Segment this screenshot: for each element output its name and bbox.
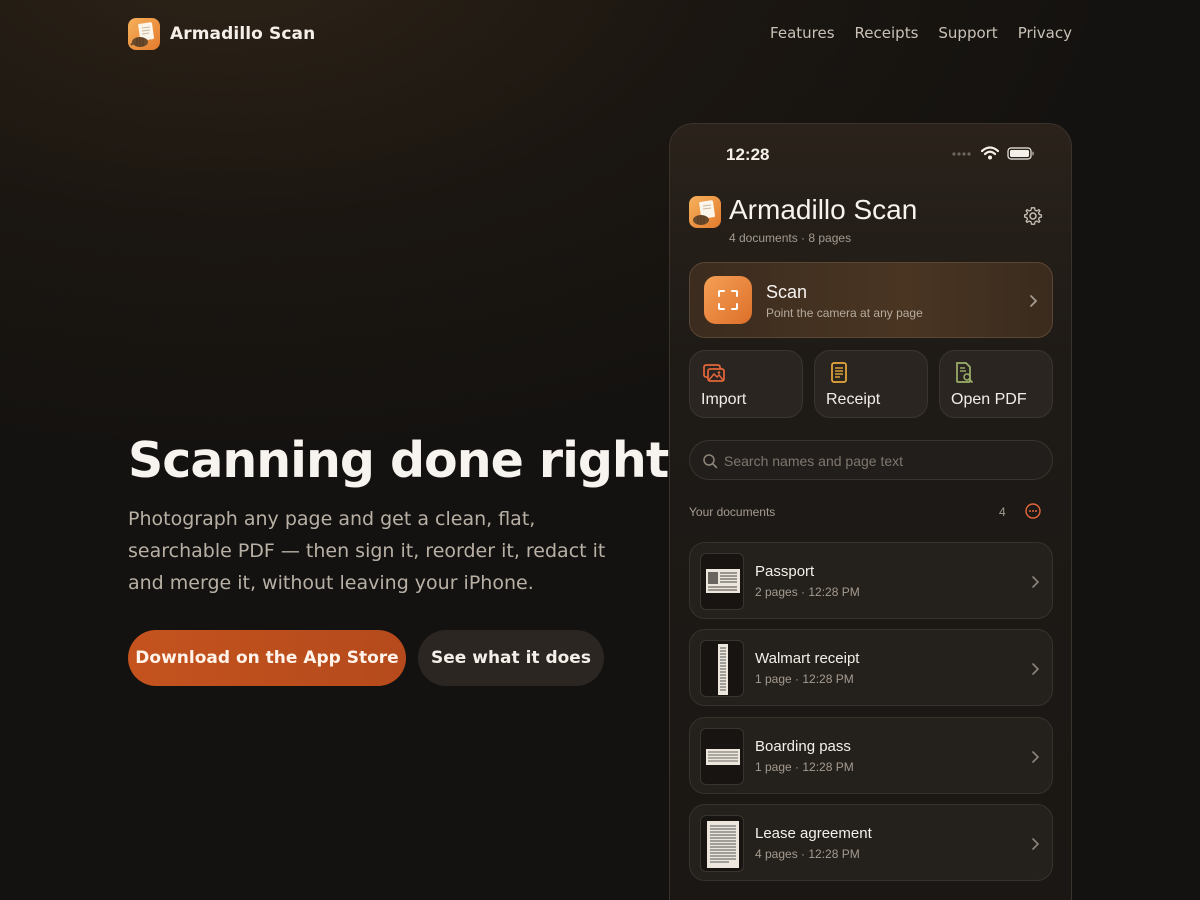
- open-pdf-label: Open PDF: [951, 391, 1027, 408]
- receipt-label: Receipt: [826, 391, 881, 408]
- search-icon: [703, 454, 718, 469]
- search-placeholder: Search names and page text: [724, 453, 904, 469]
- status-time: 12:28: [726, 145, 770, 164]
- documents-count: 4: [999, 505, 1006, 519]
- phone-app-title: Armadillo Scan: [729, 194, 918, 225]
- see-features-button[interactable]: See what it does: [418, 630, 604, 686]
- import-button[interactable]: Import: [689, 350, 803, 418]
- app-logo-icon: [128, 18, 160, 50]
- scan-camera-button[interactable]: [704, 276, 752, 324]
- documents-header: Your documents: [689, 505, 776, 519]
- scan-subtitle: Point the camera at any page: [766, 306, 923, 320]
- signal-icon: [952, 152, 971, 156]
- lease-thumbnail: [700, 815, 744, 872]
- nav-support[interactable]: Support: [938, 24, 997, 42]
- phone-mockup: 12:28 Armadillo Scan 4 documents · 8 pag…: [669, 123, 1072, 900]
- open-pdf-button[interactable]: Open PDF: [939, 350, 1053, 418]
- chevron-right-icon: [1032, 751, 1040, 763]
- receipt-thumbnail: [700, 640, 744, 697]
- open-pdf-icon: [956, 362, 973, 383]
- top-nav: Features Receipts Support Privacy: [770, 24, 1072, 42]
- document-meta: 2 pages · 12:28 PM: [755, 585, 860, 599]
- scan-card[interactable]: Scan Point the camera at any page: [689, 262, 1053, 338]
- chevron-right-icon: [1032, 663, 1040, 675]
- brand-name: Armadillo Scan: [170, 24, 316, 44]
- scan-title: Scan: [766, 282, 808, 302]
- boarding-pass-thumbnail: [700, 728, 744, 785]
- nav-privacy[interactable]: Privacy: [1018, 24, 1072, 42]
- app-store-download-button[interactable]: Download on the App Store: [128, 630, 406, 686]
- chevron-right-icon: [1032, 576, 1040, 588]
- document-name: Lease agreement: [755, 825, 872, 842]
- document-row-boarding-pass[interactable]: Boarding pass 1 page · 12:28 PM: [689, 717, 1053, 794]
- document-name: Boarding pass: [755, 738, 851, 755]
- chevron-right-icon: [1032, 838, 1040, 850]
- document-meta: 4 pages · 12:28 PM: [755, 847, 860, 861]
- settings-gear-icon[interactable]: [1023, 206, 1043, 226]
- document-name: Walmart receipt: [755, 650, 860, 667]
- document-row-lease-agreement[interactable]: Lease agreement 4 pages · 12:28 PM: [689, 804, 1053, 881]
- nav-features[interactable]: Features: [770, 24, 835, 42]
- import-label: Import: [701, 391, 747, 408]
- search-input[interactable]: Search names and page text: [689, 440, 1053, 480]
- more-options-icon[interactable]: [1025, 503, 1041, 519]
- receipt-icon: [831, 362, 847, 383]
- viewfinder-icon: [718, 290, 738, 310]
- documents-summary: 4 documents · 8 pages: [729, 231, 852, 245]
- document-row-passport[interactable]: Passport 2 pages · 12:28 PM: [689, 542, 1053, 619]
- nav-receipts[interactable]: Receipts: [855, 24, 919, 42]
- phone-app-icon: [689, 196, 721, 228]
- battery-icon: [1007, 146, 1034, 160]
- passport-thumbnail: [700, 553, 744, 610]
- document-row-walmart-receipt[interactable]: Walmart receipt 1 page · 12:28 PM: [689, 629, 1053, 706]
- hero-subtitle: Photograph any page and get a clean, fla…: [128, 508, 606, 594]
- document-meta: 1 page · 12:28 PM: [755, 672, 854, 686]
- receipt-button[interactable]: Receipt: [814, 350, 928, 418]
- document-meta: 1 page · 12:28 PM: [755, 760, 854, 774]
- brand[interactable]: Armadillo Scan: [128, 18, 315, 50]
- hero-title: Scanning done right.: [128, 432, 687, 489]
- wifi-icon: [981, 146, 999, 160]
- import-photos-icon: [703, 364, 725, 382]
- chevron-right-icon: [1030, 295, 1038, 307]
- document-name: Passport: [755, 563, 815, 580]
- status-icons: [951, 146, 1035, 160]
